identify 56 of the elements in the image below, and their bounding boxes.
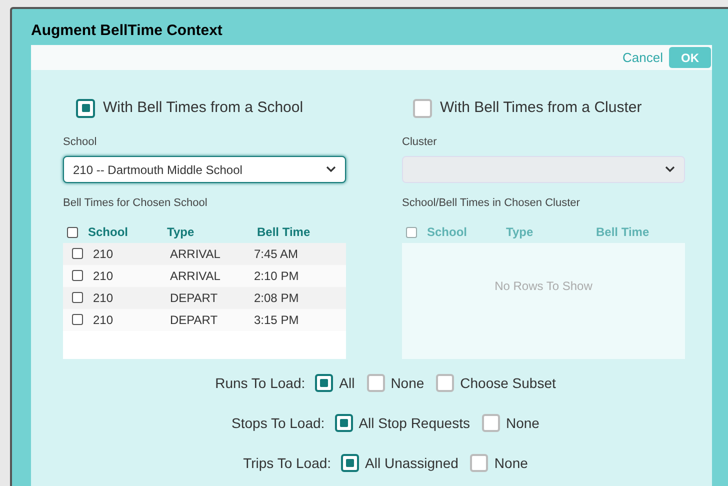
- cancel-link[interactable]: Cancel: [622, 48, 663, 68]
- choice-label: All: [339, 374, 355, 392]
- radio-box[interactable]: [341, 454, 360, 472]
- checkbox[interactable]: [72, 270, 83, 281]
- table-title: Bell Times for Chosen School: [63, 196, 208, 211]
- checkbox[interactable]: [72, 292, 83, 303]
- choice-label: Choose Subset: [460, 374, 556, 392]
- column-header[interactable]: Bell Time: [257, 223, 310, 241]
- checkbox[interactable]: [72, 248, 83, 259]
- choice-label: All Stop Requests: [358, 414, 470, 433]
- checkbox[interactable]: [72, 314, 83, 325]
- table-title: School/Bell Times in Chosen Cluster: [402, 196, 581, 211]
- table-cell-text: 3:15 PM: [254, 312, 299, 328]
- table-row[interactable]: 210 ARRIVAL 7:45 AM: [63, 242, 346, 264]
- choice-label: None: [506, 414, 540, 432]
- chevron-down-icon: [665, 166, 675, 173]
- radio-box[interactable]: [470, 454, 488, 472]
- radio-box[interactable]: [334, 414, 353, 432]
- chevron-down-icon: [326, 166, 336, 173]
- option-group-label: Trips To Load:: [243, 454, 332, 473]
- table-cell-text: 2:10 PM: [254, 268, 299, 284]
- table-row[interactable]: 210 ARRIVAL 2:10 PM: [63, 264, 346, 286]
- radio-box[interactable]: [413, 98, 432, 118]
- table-cell-text: DEPART: [170, 290, 219, 306]
- table-cell-text: DEPART: [170, 312, 219, 328]
- table-cell-text: ARRIVAL: [170, 268, 222, 284]
- option-label: With Bell Times from a Cluster: [440, 98, 642, 118]
- table-cell-text: 210: [93, 290, 114, 306]
- table-cell-text: 7:45 AM: [254, 246, 298, 262]
- radio-box[interactable]: [315, 374, 334, 392]
- table-cell-text: 2:08 PM: [254, 290, 299, 306]
- choice-label: None: [494, 454, 528, 472]
- column-header[interactable]: School: [88, 223, 167, 241]
- checkbox[interactable]: [67, 226, 78, 238]
- select-value: 210 -- Dartmouth Middle School: [73, 162, 242, 178]
- field-label: Cluster: [402, 134, 438, 150]
- table-row[interactable]: 210 DEPART 3:15 PM: [63, 308, 346, 330]
- table-cell-text: 210: [93, 246, 114, 262]
- field-label: School: [63, 134, 98, 150]
- radio-box[interactable]: [76, 98, 95, 118]
- dialog-title: Augment BellTime Context: [31, 22, 224, 41]
- choice-label: None: [390, 374, 424, 392]
- choice-label: All Unassigned: [365, 454, 458, 473]
- table-cell-text: ARRIVAL: [170, 246, 222, 262]
- empty-message: No Rows To Show: [494, 278, 592, 294]
- select-field[interactable]: 210 -- Dartmouth Middle School: [63, 156, 346, 183]
- option-group-label: Runs To Load:: [215, 374, 306, 392]
- option-group-label: Stops To Load:: [232, 414, 325, 433]
- table-cell-text: 210: [93, 312, 114, 328]
- table-cell-text: 210: [93, 268, 114, 284]
- radio-box[interactable]: [436, 374, 454, 392]
- column-header[interactable]: Type: [167, 223, 257, 241]
- radio-box[interactable]: [366, 374, 385, 392]
- radio-box[interactable]: [482, 414, 500, 432]
- option-label: With Bell Times from a School: [103, 98, 304, 118]
- table-row[interactable]: 210 DEPART 2:08 PM: [63, 286, 346, 308]
